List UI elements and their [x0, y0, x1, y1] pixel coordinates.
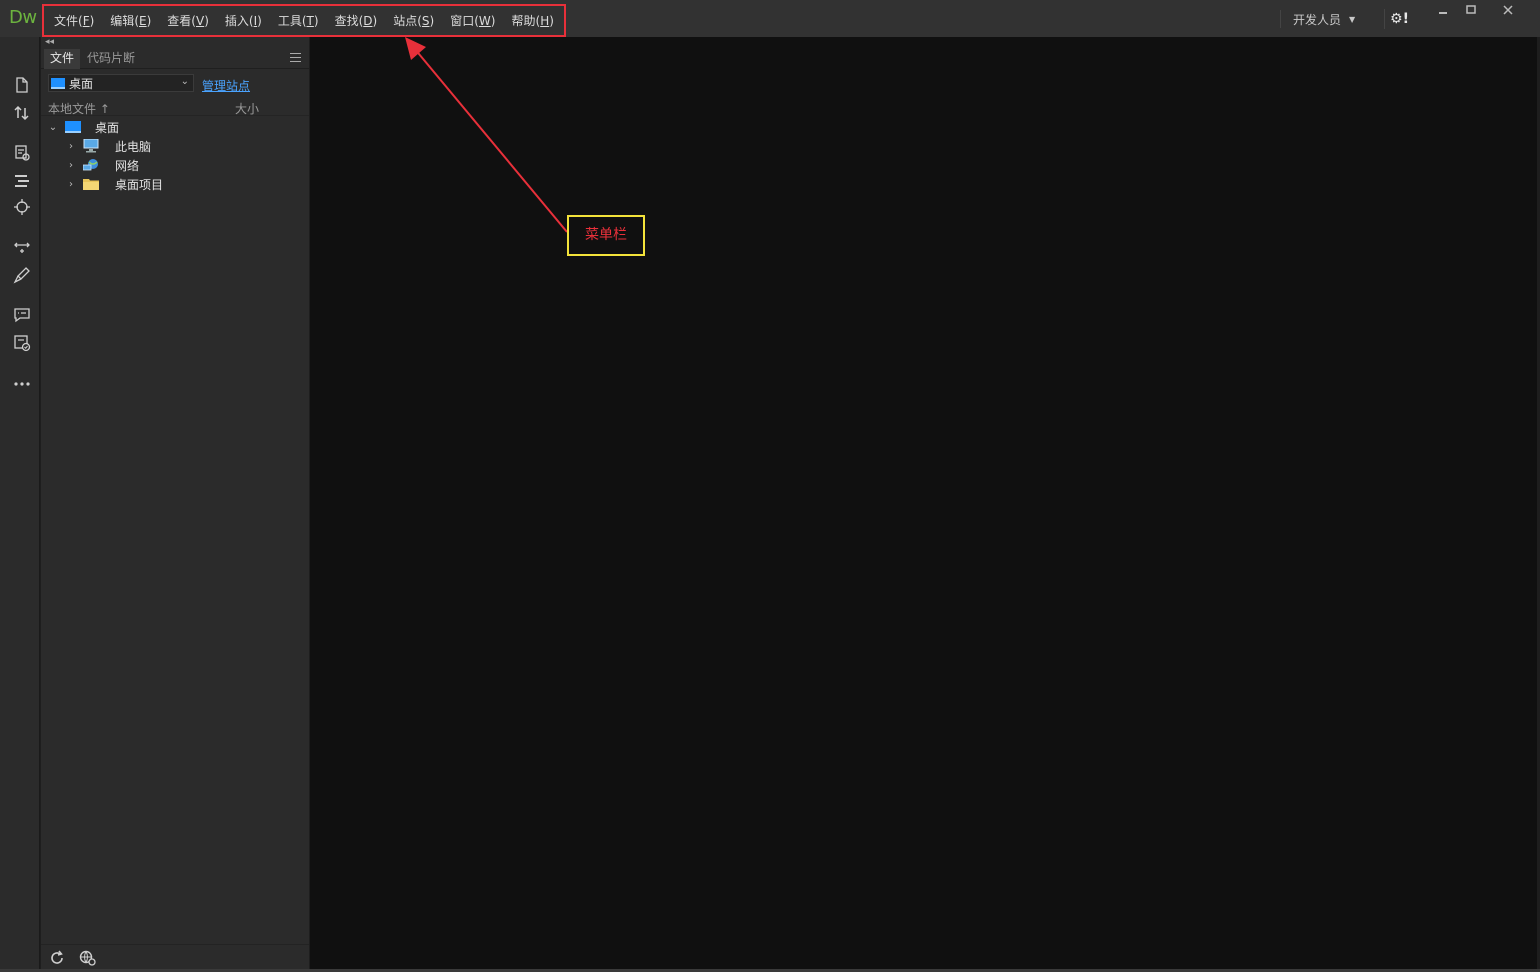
file-column-headers: 本地文件 ↑ 大小: [41, 98, 309, 116]
panel-tabs: 文件 代码片断: [41, 49, 309, 69]
menu-bar-highlight-box: [42, 4, 566, 37]
chevron-right-icon[interactable]: ›: [65, 160, 77, 171]
comment-icon[interactable]: [12, 305, 32, 325]
files-panel: 文件 代码片断 桌面 ⌄ 管理站点 本地文件 ↑ 大小 ⌄ 桌面 › 此电脑 ›…: [41, 37, 309, 969]
minimize-icon[interactable]: [1429, 4, 1457, 22]
panel-menu-icon[interactable]: [290, 53, 301, 63]
inspect-icon[interactable]: [12, 143, 32, 163]
brush-icon[interactable]: [12, 265, 32, 285]
annotation-callout: 菜单栏: [567, 215, 645, 256]
gear-icon: ⚙: [1390, 11, 1403, 27]
desktop-icon: [51, 77, 65, 89]
chevron-right-icon[interactable]: ›: [65, 141, 77, 152]
workspace-switcher[interactable]: 开发人员 ▼: [1280, 10, 1355, 28]
maximize-icon[interactable]: [1457, 4, 1485, 22]
document-area[interactable]: [310, 37, 1537, 969]
app-logo: Dw: [9, 7, 37, 28]
site-select-value: 桌面: [69, 76, 94, 91]
tree-item-network[interactable]: › 网络: [65, 156, 139, 174]
manage-sites-link[interactable]: 管理站点: [202, 77, 250, 94]
sync-settings-button[interactable]: ⚙!: [1384, 9, 1414, 29]
tree-item-label: 桌面: [95, 120, 120, 135]
desktop-icon: [65, 121, 81, 133]
tab-code-snippets[interactable]: 代码片断: [81, 49, 141, 69]
site-settings-icon[interactable]: [79, 950, 96, 966]
close-icon[interactable]: [1494, 4, 1522, 22]
chevron-down-icon[interactable]: ⌄: [47, 122, 59, 133]
tree-item-label: 桌面项目: [115, 177, 164, 192]
folder-icon: [83, 179, 99, 190]
sort-ascending-icon: ↑: [99, 102, 110, 116]
left-toolbar: [0, 37, 40, 972]
refresh-icon[interactable]: [49, 950, 65, 966]
column-size[interactable]: 大小: [235, 100, 259, 117]
tree-item-desktop-project[interactable]: › 桌面项目: [65, 175, 163, 193]
site-select[interactable]: 桌面 ⌄: [48, 74, 194, 92]
computer-icon: [83, 139, 99, 153]
collapse-panel-icon[interactable]: ◂◂: [45, 37, 54, 47]
chevron-down-icon: ⌄: [180, 76, 189, 87]
chevron-right-icon[interactable]: ›: [65, 179, 77, 190]
tab-files[interactable]: 文件: [44, 49, 81, 69]
transfer-icon[interactable]: [12, 103, 32, 123]
tree-item-desktop[interactable]: ⌄ 桌面: [47, 118, 119, 136]
column-local-files[interactable]: 本地文件 ↑: [48, 100, 110, 117]
tree-item-label: 网络: [115, 158, 140, 173]
check-icon[interactable]: [12, 333, 32, 353]
more-icon[interactable]: [12, 374, 32, 394]
outline-icon[interactable]: [12, 171, 32, 191]
files-panel-footer: [41, 944, 309, 969]
resize-icon[interactable]: [12, 237, 32, 257]
tree-item-label: 此电脑: [115, 139, 152, 154]
tree-item-this-pc[interactable]: › 此电脑: [65, 137, 151, 155]
sync-alert-label: !: [1402, 11, 1409, 27]
new-file-icon[interactable]: [12, 75, 32, 95]
chevron-down-icon: ▼: [1349, 14, 1356, 24]
network-icon: [83, 159, 98, 171]
workspace-label: 开发人员: [1293, 12, 1342, 27]
target-icon[interactable]: [12, 197, 32, 217]
